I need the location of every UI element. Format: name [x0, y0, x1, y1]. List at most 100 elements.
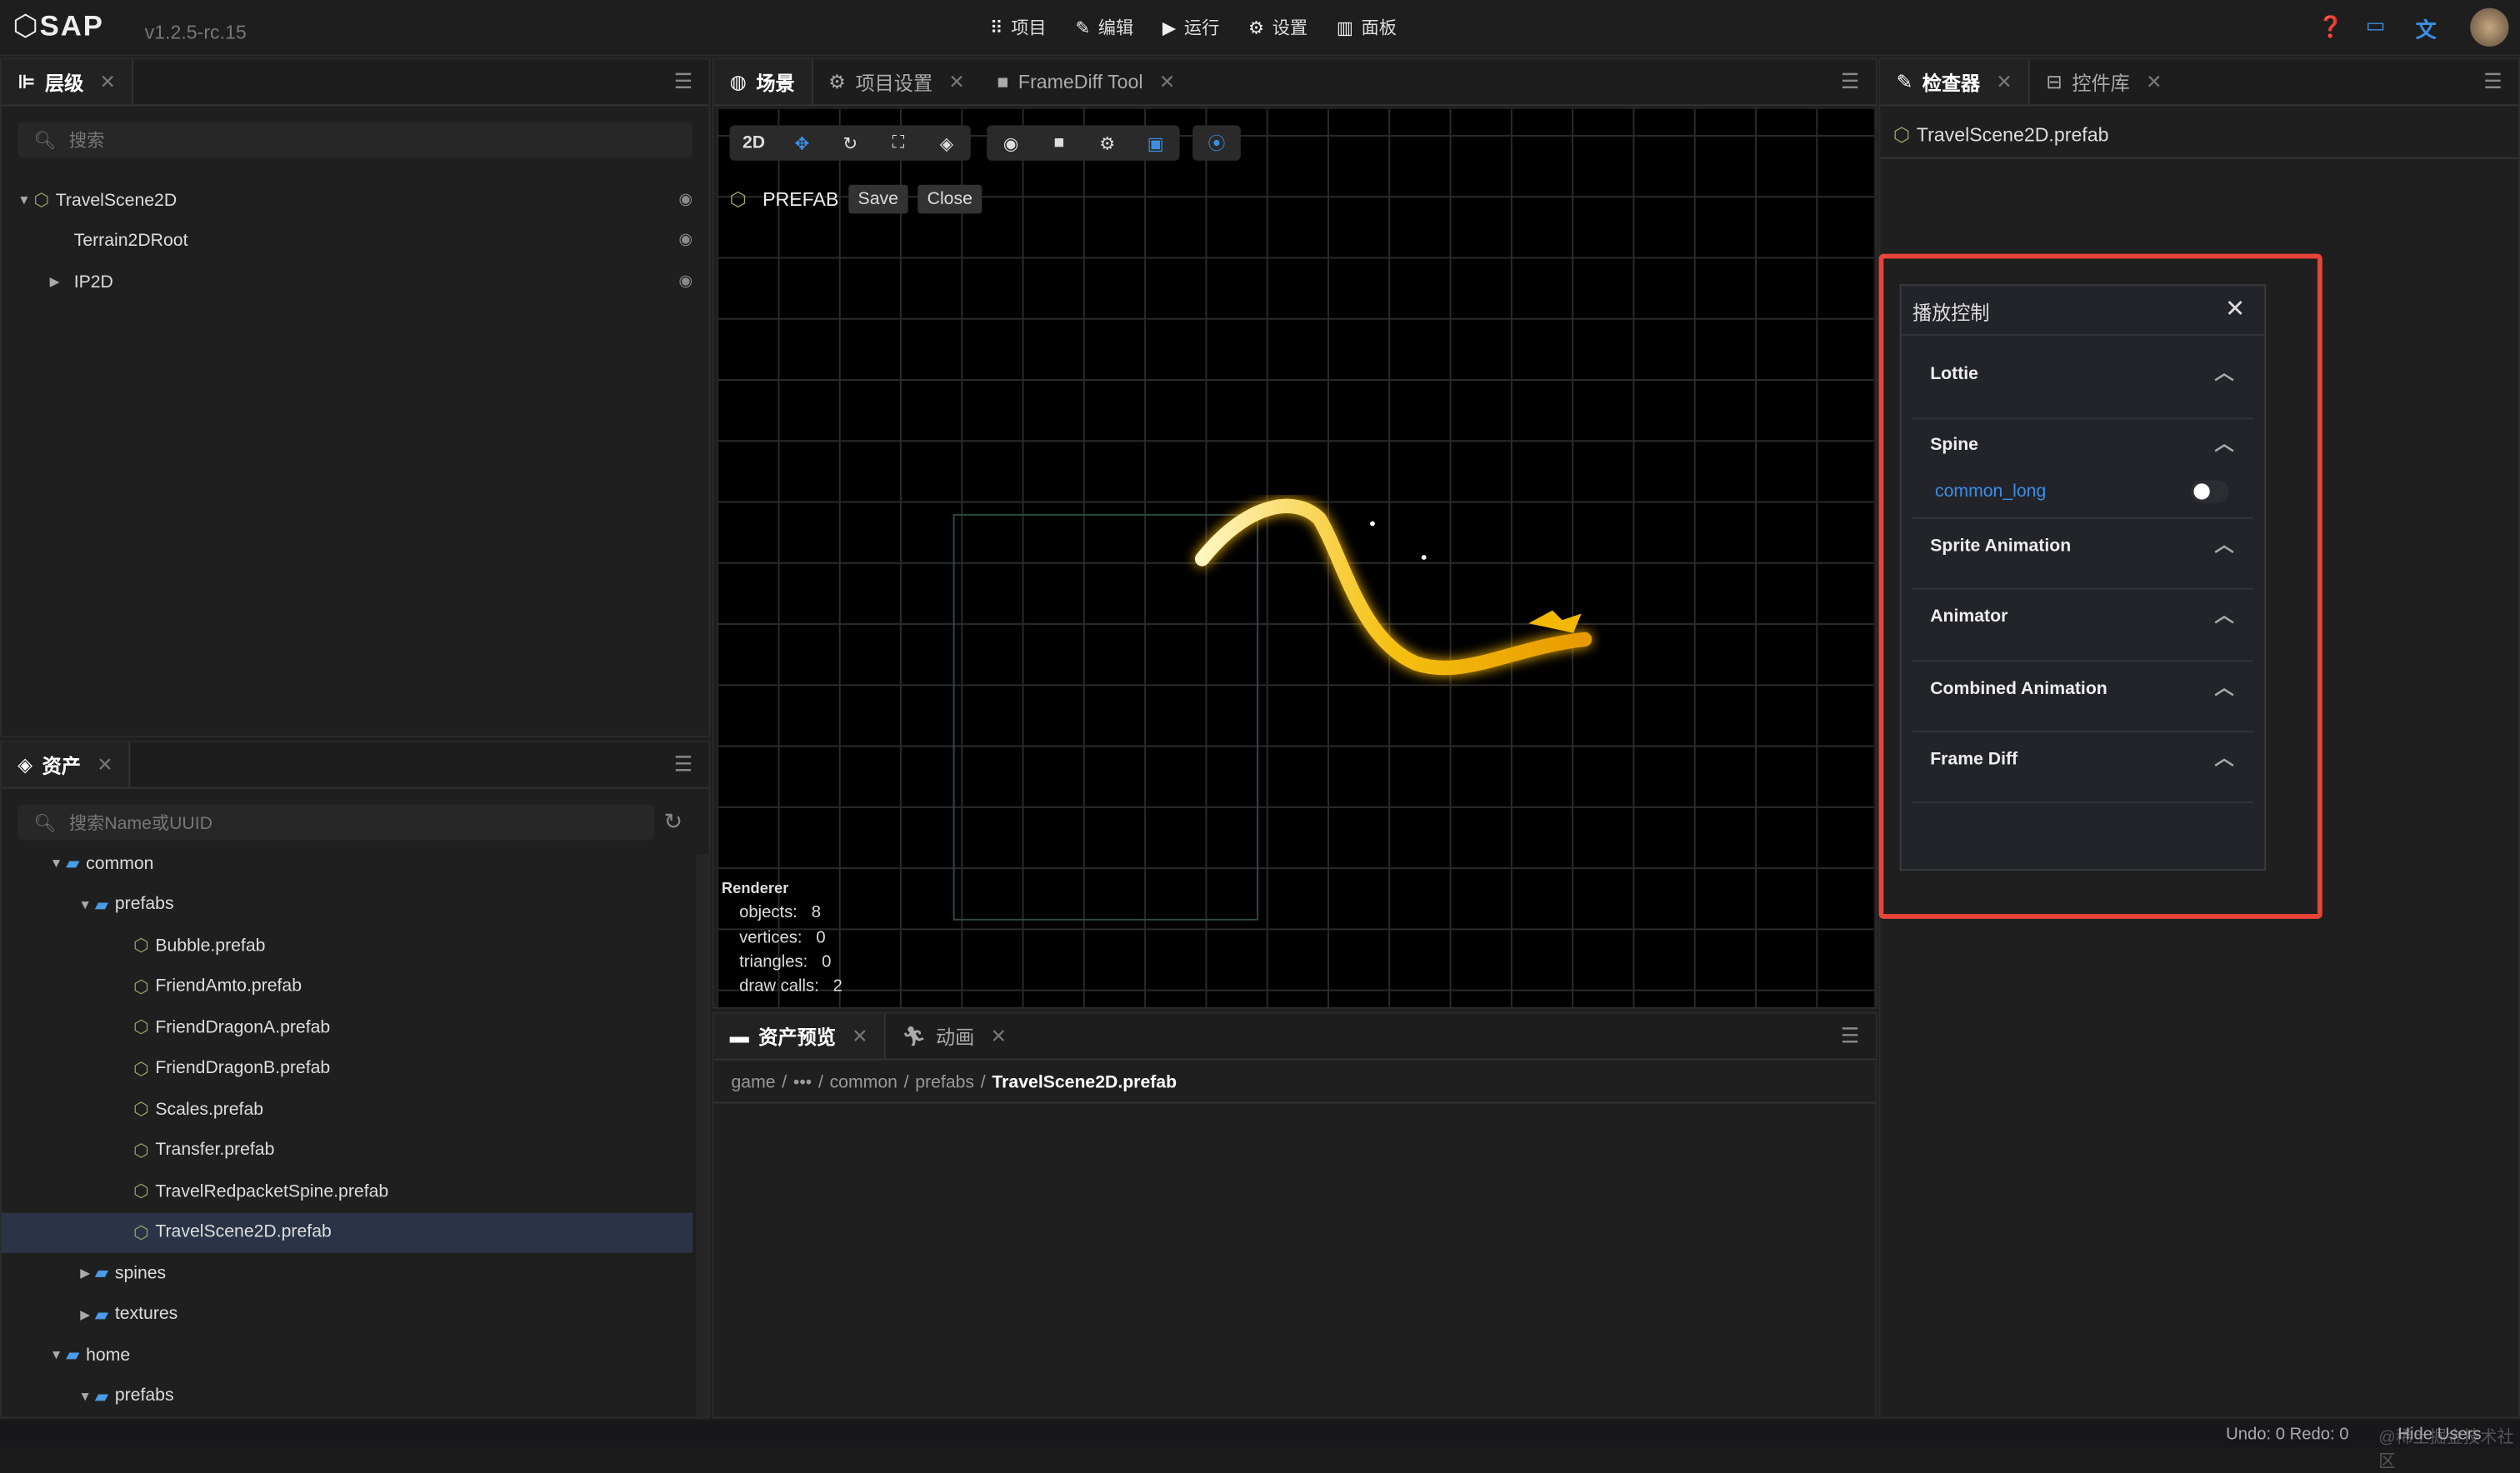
close-icon[interactable]: ✕	[852, 1025, 868, 1047]
close-icon[interactable]: ✕	[948, 71, 964, 93]
scene-viewport[interactable]: 2D ✥ ↻ ⛶ ◈ ◉ ■ ⚙ ▣ ⦿ ⬡ PREFAB Save Close …	[717, 109, 1874, 1007]
caret-down-icon[interactable]: ▼	[76, 1389, 95, 1403]
close-icon[interactable]: ✕	[97, 753, 112, 776]
camera-icon[interactable]: ■	[1035, 125, 1083, 160]
asset-item[interactable]: ⬡ Bubble.prefab	[2, 926, 692, 966]
translate-icon[interactable]: 文	[2416, 12, 2437, 43]
tab-hierarchy[interactable]: ⊫ 层级 ✕	[1, 59, 134, 105]
asset-item[interactable]: ⬡ TravelScene2D.prefab	[1, 1211, 693, 1252]
tree-node[interactable]: Terrain2DRoot ◉	[2, 220, 692, 260]
assets-search-input[interactable]: 🔍︎ 搜索Name或UUID	[18, 804, 654, 841]
eye-icon[interactable]: ◉	[678, 232, 692, 249]
chevron-up-icon[interactable]: ︿	[2215, 429, 2234, 457]
section-sprite-animation[interactable]: Sprite Animation ︿	[1912, 519, 2253, 590]
menu-icon[interactable]: ☰	[674, 69, 692, 95]
caret-right-icon[interactable]: ▶	[76, 1266, 95, 1280]
tab-asset-preview[interactable]: ▬ 资产预览 ✕	[713, 1013, 886, 1059]
tab-widget-library[interactable]: ⊟ 控件库 ✕	[2030, 59, 2178, 104]
menu-icon[interactable]: ☰	[2483, 69, 2502, 95]
chevron-up-icon[interactable]: ︿	[2215, 601, 2234, 628]
breadcrumb-item[interactable]: prefabs	[915, 1073, 974, 1092]
asset-item[interactable]: ▼ ▰ prefabs	[2, 1376, 692, 1416]
scale-tool-icon[interactable]: ⛶	[874, 125, 922, 160]
chevron-up-icon[interactable]: ︿	[2215, 673, 2234, 701]
asset-item[interactable]: ⬡ FriendDragonA.prefab	[2, 1007, 692, 1047]
location-icon[interactable]: ⦿	[1192, 125, 1241, 160]
eye-icon[interactable]: ◉	[987, 125, 1035, 160]
layers-icon: ◈	[18, 753, 33, 776]
menu-edit[interactable]: ✎ 编辑	[1075, 14, 1133, 40]
breadcrumb-item[interactable]: game	[731, 1073, 775, 1092]
menu-run[interactable]: ▶ 运行	[1162, 14, 1219, 40]
asset-item[interactable]: ⬡ Scales.prefab	[2, 1089, 692, 1129]
common-long-toggle[interactable]	[2190, 480, 2229, 503]
eye-icon[interactable]: ◉	[678, 191, 692, 208]
breadcrumb-item[interactable]: common	[830, 1073, 898, 1092]
close-button[interactable]: Close	[918, 184, 982, 214]
asset-item[interactable]: ⬡ TravelRedpacketSpine.prefab	[2, 1171, 692, 1211]
chevron-up-icon[interactable]: ︿	[2215, 530, 2234, 557]
caret-right-icon[interactable]: ▶	[76, 1306, 95, 1321]
tab-assets[interactable]: ◈ 资产 ✕	[1, 741, 131, 787]
chevron-up-icon[interactable]: ︿	[2215, 744, 2234, 771]
widget-icon: ⊟	[2046, 70, 2062, 93]
pencil-icon: ✎	[1075, 19, 1091, 39]
close-icon[interactable]: ✕	[2225, 294, 2245, 323]
save-button[interactable]: Save	[848, 184, 908, 214]
asset-item[interactable]: ▶ ▰ textures	[2, 1294, 692, 1334]
section-animator[interactable]: Animator ︿	[1912, 590, 2253, 662]
close-icon[interactable]: ✕	[1159, 71, 1175, 93]
chat-icon[interactable]: ▭	[2366, 12, 2386, 38]
rect-tool-icon[interactable]: ◈	[922, 125, 971, 160]
move-tool-icon[interactable]: ✥	[778, 125, 826, 160]
caret-down-icon[interactable]: ▼	[14, 192, 33, 207]
folder-icon: ▰	[66, 854, 80, 874]
caret-down-icon[interactable]: ▼	[76, 897, 95, 911]
tab-project-settings[interactable]: ⚙ 项目设置 ✕	[812, 59, 981, 104]
caret-down-icon[interactable]: ▼	[47, 856, 66, 871]
caret-down-icon[interactable]: ▼	[47, 1348, 66, 1362]
tree-node[interactable]: ▼ ⬡ TravelScene2D ◉	[2, 180, 692, 220]
play-frame-icon[interactable]: ▣	[1132, 125, 1180, 160]
tab-framediff-tool[interactable]: ■ FrameDiff Tool ✕	[981, 59, 1191, 104]
caret-right-icon[interactable]: ▶	[45, 275, 64, 289]
asset-item[interactable]: ⬡ FriendDragonB.prefab	[2, 1048, 692, 1088]
asset-item[interactable]: ⬡ Transfer.prefab	[2, 1130, 692, 1170]
asset-item[interactable]: ⬡ FriendAmto.prefab	[2, 966, 692, 1006]
menu-project[interactable]: ⠿ 项目	[990, 14, 1047, 40]
scrollbar[interactable]	[696, 854, 709, 1417]
section-spine[interactable]: Spine ︿ common_long	[1912, 419, 2253, 519]
hide-users-button[interactable]: Hide Users	[2398, 1425, 2481, 1444]
tab-animation[interactable]: 🏃︎ 动画 ✕	[886, 1014, 1023, 1059]
menu-icon[interactable]: ☰	[1841, 69, 1859, 95]
eye-icon[interactable]: ◉	[678, 273, 692, 291]
menu-panel[interactable]: ▥ 面板	[1337, 14, 1397, 40]
help-icon[interactable]: ❓	[2318, 14, 2343, 40]
section-frame-diff[interactable]: Frame Diff ︿	[1912, 732, 2253, 803]
chevron-up-icon[interactable]: ︿	[2215, 358, 2234, 386]
close-icon[interactable]: ✕	[100, 71, 116, 93]
tab-inspector[interactable]: ✎ 检查器 ✕	[1880, 59, 2031, 105]
spine-animation-link[interactable]: common_long	[1935, 482, 2046, 501]
tab-scene[interactable]: ◍ 场景	[713, 59, 812, 105]
hierarchy-search-input[interactable]: 🔍︎ 搜索	[18, 122, 693, 157]
close-icon[interactable]: ✕	[991, 1025, 1007, 1047]
section-lottie[interactable]: Lottie ︿	[1912, 336, 2253, 420]
asset-item[interactable]: ▼ ▰ prefabs	[2, 884, 692, 924]
menu-settings[interactable]: ⚙ 设置	[1248, 14, 1308, 40]
avatar[interactable]	[2470, 7, 2509, 47]
refresh-icon[interactable]: ↻	[663, 808, 682, 836]
2d-toggle-button[interactable]: 2D	[730, 125, 778, 160]
menu-icon[interactable]: ☰	[1841, 1023, 1859, 1049]
menu-icon[interactable]: ☰	[674, 751, 692, 777]
asset-item[interactable]: ▼ ▰ home	[2, 1335, 692, 1375]
rotate-tool-icon[interactable]: ↻	[826, 125, 874, 160]
asset-item[interactable]: ▼ ▰ common	[2, 843, 692, 883]
asset-item[interactable]: ▶ ▰ spines	[2, 1253, 692, 1293]
tree-node[interactable]: ▶ IP2D ◉	[2, 262, 693, 302]
close-icon[interactable]: ✕	[2146, 71, 2162, 93]
section-combined-animation[interactable]: Combined Animation ︿	[1912, 662, 2253, 733]
breadcrumb-item[interactable]: •••	[793, 1073, 812, 1092]
gear-icon[interactable]: ⚙	[1083, 125, 1132, 160]
close-icon[interactable]: ✕	[1996, 71, 2012, 93]
